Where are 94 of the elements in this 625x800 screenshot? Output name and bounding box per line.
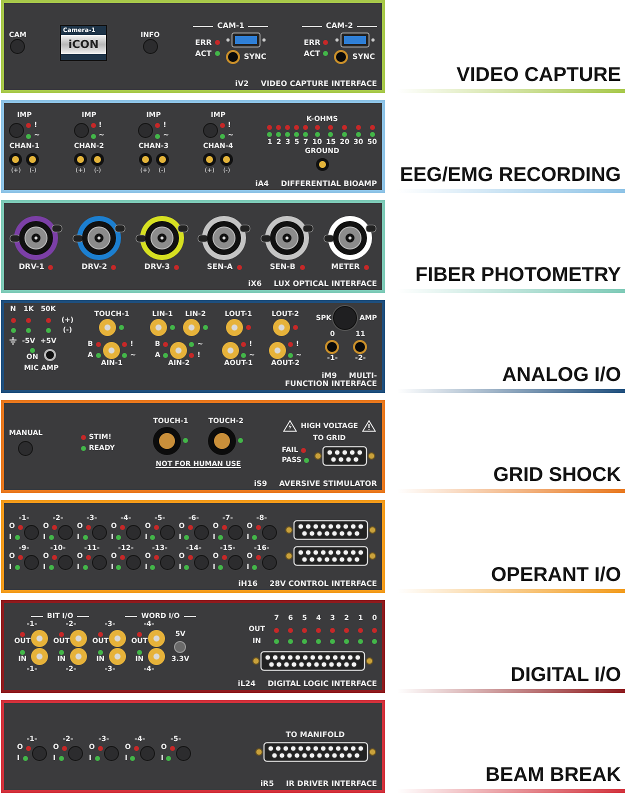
touch-connector-icon bbox=[208, 426, 236, 455]
usb-port-icon bbox=[226, 32, 266, 48]
round-button-icon bbox=[160, 524, 175, 540]
round-button-icon bbox=[126, 524, 141, 540]
bnc-connector-icon bbox=[222, 342, 240, 359]
mic-jack-icon bbox=[44, 348, 56, 361]
indicator-led bbox=[111, 264, 116, 270]
pin-connector-icon bbox=[284, 546, 377, 566]
electrode-jack-icon bbox=[156, 153, 169, 166]
category-title: OPERANT I/O bbox=[490, 565, 622, 585]
category-title: GRID SHOCK bbox=[493, 465, 622, 485]
electrode-jack-icon bbox=[138, 153, 152, 166]
indicator-led bbox=[236, 264, 242, 270]
high-voltage-icon bbox=[282, 420, 297, 432]
fiber-connector-icon bbox=[9, 215, 63, 262]
bnc-connector-icon bbox=[70, 648, 88, 665]
round-button-icon bbox=[142, 39, 158, 54]
electrode-jack-icon bbox=[74, 153, 87, 166]
pin-connector-icon bbox=[284, 520, 377, 540]
round-button-icon bbox=[228, 554, 243, 570]
round-button-icon bbox=[194, 524, 209, 540]
pin-connector-icon bbox=[313, 446, 377, 466]
bnc-connector-icon bbox=[150, 319, 167, 336]
round-button-icon bbox=[24, 554, 39, 570]
round-button-icon bbox=[194, 554, 209, 570]
bnc-connector-icon bbox=[103, 342, 120, 359]
bnc-connector-icon bbox=[272, 319, 290, 336]
category-title: EEG/EMG RECORDING bbox=[400, 165, 622, 185]
round-button-icon bbox=[140, 746, 155, 761]
round-button-icon bbox=[58, 554, 73, 570]
category-title: BEAM BREAK bbox=[485, 765, 622, 785]
bnc-connector-icon bbox=[109, 630, 126, 647]
round-button-icon bbox=[262, 554, 277, 570]
round-button-icon bbox=[262, 524, 277, 540]
electrode-jack-icon bbox=[26, 153, 40, 166]
round-button-icon bbox=[18, 441, 34, 456]
fiber-connector-icon bbox=[72, 215, 126, 262]
bnc-connector-icon bbox=[182, 319, 200, 336]
sync-jack-icon bbox=[226, 50, 240, 64]
bnc-connector-icon bbox=[70, 630, 88, 647]
category-title: ANALOG I/O bbox=[502, 365, 622, 385]
bnc-connector-icon bbox=[226, 319, 243, 336]
category-title: FIBER PHOTOMETRY bbox=[415, 265, 622, 285]
round-button-icon bbox=[68, 746, 83, 761]
category-title: DIGITAL I/O bbox=[510, 665, 622, 685]
round-button-icon bbox=[32, 746, 47, 761]
warning-icon bbox=[362, 420, 376, 432]
bnc-connector-icon bbox=[31, 648, 48, 665]
ground-icon bbox=[9, 337, 17, 346]
fiber-connector-icon bbox=[134, 215, 189, 262]
usb-port-icon bbox=[334, 32, 375, 48]
bnc-connector-icon bbox=[148, 630, 166, 647]
electrode-jack-icon bbox=[220, 153, 234, 166]
bnc-connector-icon bbox=[31, 630, 48, 647]
round-button-icon bbox=[9, 123, 24, 138]
round-button-icon bbox=[104, 746, 119, 761]
round-button-icon bbox=[74, 123, 89, 138]
sync-jack-icon bbox=[334, 50, 348, 64]
round-button-icon bbox=[160, 554, 175, 570]
round-button-icon bbox=[24, 524, 39, 540]
electrode-jack-icon bbox=[9, 153, 22, 166]
round-button-icon bbox=[92, 524, 107, 540]
round-button-icon bbox=[138, 123, 154, 138]
bnc-connector-icon bbox=[99, 319, 116, 336]
fiber-connector-icon bbox=[322, 215, 377, 262]
round-button-icon bbox=[126, 554, 141, 570]
fiber-connector-icon bbox=[260, 215, 314, 262]
round-button-icon bbox=[176, 746, 191, 761]
indicator-led bbox=[174, 264, 179, 270]
knob-icon bbox=[333, 306, 358, 330]
bnc-connector-icon bbox=[109, 648, 126, 665]
audio-jack-icon bbox=[325, 340, 340, 354]
audio-jack-icon bbox=[353, 340, 368, 354]
indicator-led bbox=[364, 264, 369, 270]
pin-connector-icon bbox=[254, 742, 377, 762]
bnc-connector-icon bbox=[268, 342, 286, 359]
ground-jack-icon bbox=[316, 158, 329, 171]
round-button-icon bbox=[10, 39, 26, 54]
round-button-icon bbox=[228, 524, 243, 540]
fiber-connector-icon bbox=[197, 215, 252, 262]
indicator-led bbox=[48, 264, 54, 270]
touch-connector-icon bbox=[153, 426, 182, 455]
bnc-connector-icon bbox=[170, 342, 188, 359]
indicator-led bbox=[300, 264, 304, 270]
electrode-jack-icon bbox=[203, 153, 216, 166]
category-title: VIDEO CAPTURE bbox=[456, 65, 622, 85]
pin-connector-icon bbox=[251, 651, 375, 672]
bnc-connector-icon bbox=[148, 648, 166, 665]
electrode-jack-icon bbox=[91, 153, 104, 166]
selector-switch-icon bbox=[174, 641, 186, 654]
round-button-icon bbox=[202, 123, 218, 138]
round-button-icon bbox=[58, 524, 73, 540]
logo: iCON bbox=[61, 35, 106, 54]
round-button-icon bbox=[92, 554, 107, 570]
